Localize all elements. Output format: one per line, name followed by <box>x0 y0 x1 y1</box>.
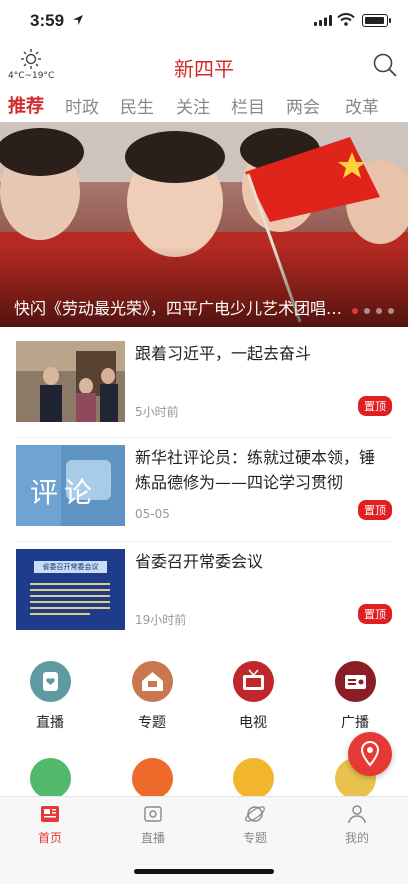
tab-two-sessions[interactable]: 两会 <box>286 93 320 118</box>
battery-icon <box>362 14 391 27</box>
html5-icon <box>131 758 173 799</box>
tabbar-label: 首页 <box>37 831 62 845</box>
news-title: 省委召开常委会议 <box>135 552 264 571</box>
tabbar-live[interactable]: 直播 <box>123 803 183 846</box>
grid-item[interactable] <box>10 758 90 799</box>
carousel-dot <box>376 308 382 314</box>
location-fab[interactable] <box>348 732 392 776</box>
radio-icon <box>334 661 376 702</box>
news-item[interactable]: 跟着习近平，一起去奋斗 5小时前 置顶 <box>16 333 392 438</box>
news-thumbnail <box>16 341 125 422</box>
wifi-icon <box>337 13 355 26</box>
home-news-icon <box>41 806 59 822</box>
tabbar-profile[interactable]: 我的 <box>327 803 387 846</box>
news-time: 19小时前 <box>135 613 187 627</box>
house-icon <box>131 661 173 702</box>
news-thumbnail: 省委召开常委会议 <box>16 549 125 630</box>
home-indicator[interactable] <box>134 869 274 874</box>
camera-icon <box>232 758 274 799</box>
pinned-badge: 置顶 <box>358 500 392 520</box>
grid-item[interactable] <box>112 758 192 799</box>
location-pin-icon <box>360 740 380 767</box>
news-title: 新华社评论员：练就过硬本领，锤炼品德修为——四论学习贯彻 <box>135 448 376 492</box>
banner-carousel[interactable]: 快闪《劳动最光荣》，四平广电少儿艺术团唱响劳动之歌 <box>0 122 408 327</box>
tabbar-label: 我的 <box>344 831 369 845</box>
news-item[interactable]: 省委召开常委会议 省委召开常委会议 19小时前 置顶 <box>16 541 392 645</box>
tabbar-label: 直播 <box>140 831 165 845</box>
news-thumbnail: 评论 <box>16 445 125 526</box>
tabbar-label: 专题 <box>242 831 267 845</box>
tabbar-special[interactable]: 专题 <box>225 803 285 846</box>
grid-radio[interactable]: 广播 <box>315 661 395 732</box>
grid-label: 电视 <box>239 715 267 731</box>
tab-columns[interactable]: 栏目 <box>231 93 265 118</box>
category-tabs: 推荐 时政 民生 关注 栏目 两会 改革 <box>0 88 408 123</box>
tab-politics[interactable]: 时政 <box>65 93 99 118</box>
news-time: 5小时前 <box>135 405 179 419</box>
tab-reform[interactable]: 改革 <box>345 93 379 118</box>
grid-item[interactable] <box>213 758 293 799</box>
tabbar-home[interactable]: 首页 <box>20 803 80 846</box>
search-icon[interactable] <box>372 52 398 78</box>
edit-icon <box>29 758 71 799</box>
user-icon <box>348 805 366 824</box>
cellular-signal-icon <box>314 15 332 26</box>
news-item[interactable]: 评论 新华社评论员：练就过硬本领，锤炼品德修为——四论学习贯彻 05-05 置顶 <box>16 437 392 542</box>
app-title: 新四平 <box>174 57 234 81</box>
grid-live[interactable]: 直播 <box>10 661 90 732</box>
location-arrow-icon <box>73 15 83 25</box>
tab-livelihood[interactable]: 民生 <box>120 93 154 118</box>
tab-focus[interactable]: 关注 <box>176 93 210 118</box>
pinned-badge: 置顶 <box>358 396 392 416</box>
grid-tv[interactable]: 电视 <box>213 661 293 732</box>
status-time: 3:59 <box>30 11 65 30</box>
pinned-badge: 置顶 <box>358 604 392 624</box>
carousel-dots <box>352 308 394 314</box>
carousel-dot <box>352 308 358 314</box>
planet-icon <box>245 806 265 822</box>
thumbnail-text: 评论 <box>30 476 99 509</box>
live-icon <box>29 661 71 702</box>
grid-label: 专题 <box>138 715 166 731</box>
grid-label: 广播 <box>341 715 369 731</box>
news-title: 跟着习近平，一起去奋斗 <box>135 344 312 363</box>
banner-caption[interactable]: 快闪《劳动最光荣》，四平广电少儿艺术团唱响劳动之歌 <box>14 295 344 319</box>
tv-icon <box>232 661 274 702</box>
grid-label: 直播 <box>36 715 64 731</box>
status-bar: 3:59 <box>0 0 408 44</box>
app-header: 4°C~19°C 新四平 <box>0 44 408 88</box>
carousel-dot <box>388 308 394 314</box>
news-time: 05-05 <box>135 507 170 521</box>
carousel-dot <box>364 308 370 314</box>
tab-recommend[interactable]: 推荐 <box>8 92 44 118</box>
live-tv-icon <box>144 806 162 822</box>
grid-special[interactable]: 专题 <box>112 661 192 732</box>
